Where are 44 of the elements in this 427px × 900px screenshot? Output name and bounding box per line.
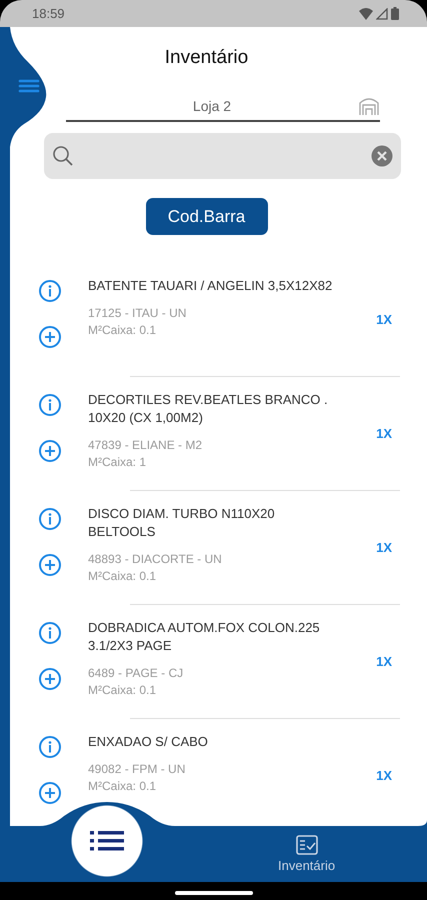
quantity: 1X xyxy=(376,426,392,441)
product-name: DISCO DIAM. TURBO N110X20 BELTOOLS xyxy=(88,505,276,541)
product-detail: 47839 - ELIANE - M2 xyxy=(88,437,204,454)
product-name: DECORTILES REV.BEATLES BRANCO . 10X20 (CX 1,00M2) xyxy=(88,391,329,427)
product-name: DOBRADICA AUTOM.FOX COLON.225 3.1/2X3 PAGE xyxy=(88,619,321,655)
search-field[interactable] xyxy=(44,133,401,179)
box-area: M²Caixa: 0.1 xyxy=(88,322,376,339)
add-icon[interactable] xyxy=(38,439,62,463)
signal-icon xyxy=(376,8,388,20)
box-area: M²Caixa: 0.1 xyxy=(88,682,376,699)
product-detail: 49082 - FPM - UN xyxy=(88,761,186,778)
clear-icon[interactable] xyxy=(371,145,393,167)
info-icon[interactable] xyxy=(38,621,62,645)
info-icon[interactable] xyxy=(38,393,62,417)
checklist-icon xyxy=(296,835,318,855)
quantity: 1X xyxy=(376,540,392,555)
store-icon xyxy=(358,96,380,116)
wifi-icon xyxy=(359,8,373,20)
quantity: 1X xyxy=(376,654,392,669)
battery-icon xyxy=(391,7,399,20)
search-icon xyxy=(52,145,74,167)
product-detail: 48893 - DIACORTE - UN xyxy=(88,551,223,568)
box-area: M²Caixa: 0.1 xyxy=(88,568,376,585)
quantity: 1X xyxy=(376,768,392,783)
status-time: 18:59 xyxy=(32,6,65,21)
inventory-tab[interactable]: Inventário xyxy=(278,835,336,873)
box-area: M²Caixa: 1 xyxy=(88,454,376,471)
product-detail: 6489 - PAGE - CJ xyxy=(88,665,184,682)
add-icon[interactable] xyxy=(38,325,62,349)
add-icon[interactable] xyxy=(38,781,62,805)
quantity: 1X xyxy=(376,312,392,327)
add-icon[interactable] xyxy=(38,553,62,577)
screen-title: Inventário xyxy=(164,46,250,70)
add-icon[interactable] xyxy=(38,667,62,691)
product-name: BATENTE TAUARI / ANGELIN 3,5X12X82 xyxy=(88,277,334,295)
product-name: ENXADAO S/ CABO xyxy=(88,733,209,751)
store-field[interactable]: Loja 2 xyxy=(66,92,380,122)
list-icon xyxy=(90,830,124,852)
product-detail: 17125 - ITAU - UN xyxy=(88,305,188,322)
info-icon[interactable] xyxy=(38,507,62,531)
barcode-button[interactable]: Cod.Barra xyxy=(146,198,268,235)
info-icon[interactable] xyxy=(38,279,62,303)
info-icon[interactable] xyxy=(38,735,62,759)
box-area: M²Caixa: 0.1 xyxy=(88,778,376,795)
